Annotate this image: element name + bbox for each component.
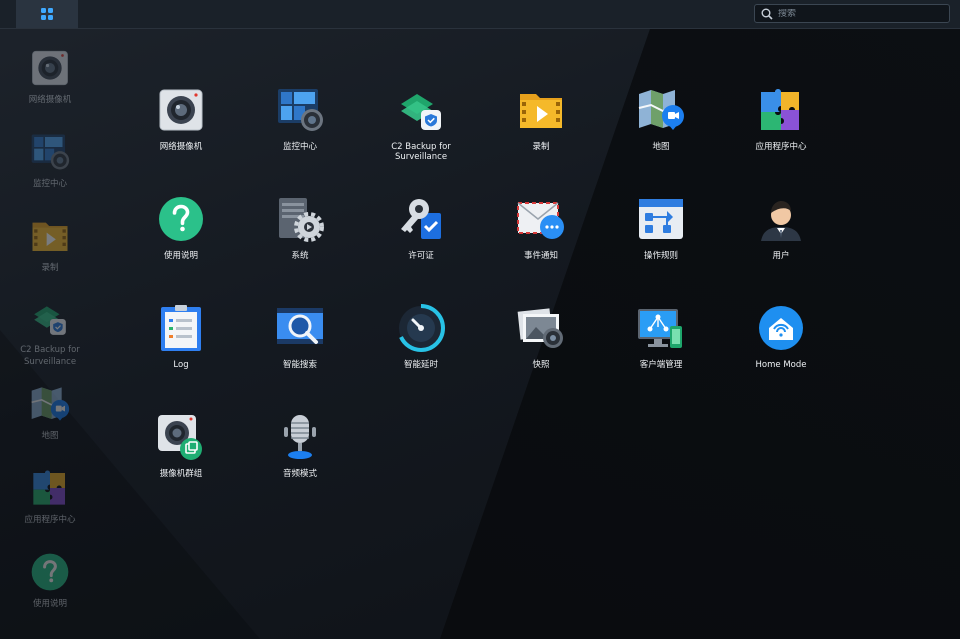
app-label: 录制 [532,142,550,152]
app-label: 智能延时 [403,360,438,370]
dock-item-label: C2 Backup for Surveillance [20,345,80,367]
c2-backup-icon [397,86,445,134]
search-box[interactable] [754,4,950,23]
microphone-icon [276,413,324,461]
app-label: 地图 [652,142,670,152]
app-license[interactable]: 许可证 [361,195,481,295]
app-label: 事件通知 [523,251,558,261]
app-audio-mode[interactable]: 音频模式 [240,413,360,513]
grid-icon [41,8,53,20]
map-icon [637,86,685,134]
app-label: 系统 [291,251,309,261]
app-label: 智能搜索 [282,360,317,370]
log-clipboard-icon [157,304,205,352]
recording-icon [30,216,70,256]
app-label: 音频模式 [282,469,317,479]
smart-timelapse-icon [397,304,445,352]
app-label: 监控中心 [282,142,317,152]
dock-item-help[interactable]: 使用说明 [0,540,100,620]
dock-item-monitor-center[interactable]: 监控中心 [0,120,100,200]
system-gear-icon [276,195,324,243]
app-home-mode[interactable]: Home Mode [721,304,841,404]
monitor-center-icon [30,132,70,172]
app-label: Home Mode [755,360,807,370]
client-management-icon [637,304,685,352]
dock-item-label: 网络摄像机 [28,95,72,105]
dock-item-recording[interactable]: 录制 [0,204,100,284]
app-label: 用户 [772,251,790,261]
app-system[interactable]: 系统 [240,195,360,295]
app-label: 使用说明 [163,251,198,261]
license-key-icon [397,195,445,243]
help-icon [157,195,205,243]
app-label: C2 Backup for Surveillance [391,142,451,162]
help-icon [30,552,70,592]
app-camera[interactable]: 网络摄像机 [121,86,241,186]
dock-item-package-center[interactable]: 应用程序中心 [0,456,100,536]
search-icon [761,8,773,20]
app-help[interactable]: 使用说明 [121,195,241,295]
app-label: 操作规则 [643,251,678,261]
dock-item-label: 监控中心 [32,179,67,189]
search-input[interactable] [774,8,942,19]
c2-backup-icon [30,300,70,338]
map-icon [30,384,70,424]
app-log[interactable]: Log [121,304,241,404]
notification-mail-icon [517,195,565,243]
puzzle-icon [30,468,70,508]
app-notification[interactable]: 事件通知 [481,195,601,295]
app-label: 应用程序中心 [755,142,807,152]
monitor-center-icon [276,86,324,134]
app-action-rules[interactable]: 操作规则 [601,195,721,295]
app-label: Log [173,360,189,370]
recording-icon [517,86,565,134]
dock-item-map[interactable]: 地图 [0,372,100,452]
app-map[interactable]: 地图 [601,86,721,186]
app-label: 快照 [532,360,550,370]
puzzle-icon [757,86,805,134]
dock-item-c2-backup[interactable]: C2 Backup for Surveillance [0,288,100,368]
top-bar [0,0,960,29]
dock-item-label: 地图 [41,431,59,441]
app-client-management[interactable]: 客户端管理 [601,304,721,404]
app-c2-backup[interactable]: C2 Backup for Surveillance [361,86,481,186]
sidebar-dock: 网络摄像机 监控中心 录制 C2 Backup for Surveillance… [0,36,100,636]
camera-icon [30,48,70,88]
app-label: 许可证 [408,251,434,261]
app-snapshot[interactable]: 快照 [481,304,601,404]
user-icon [757,195,805,243]
app-recording[interactable]: 录制 [481,86,601,186]
app-user[interactable]: 用户 [721,195,841,295]
app-package-center[interactable]: 应用程序中心 [721,86,841,186]
app-label: 网络摄像机 [159,142,203,152]
app-monitor-center[interactable]: 监控中心 [240,86,360,186]
app-label: 客户端管理 [639,360,683,370]
camera-group-icon [157,413,205,461]
app-smart-timelapse[interactable]: 智能延时 [361,304,481,404]
dock-item-label: 使用说明 [32,599,67,609]
camera-icon [157,86,205,134]
smart-search-icon [276,304,324,352]
action-rules-icon [637,195,685,243]
snapshot-icon [517,304,565,352]
main-menu-button[interactable] [16,0,78,28]
dock-item-label: 应用程序中心 [24,515,76,525]
app-label: 摄像机群组 [159,469,203,479]
dock-item-camera[interactable]: 网络摄像机 [0,36,100,116]
app-smart-search[interactable]: 智能搜索 [240,304,360,404]
dock-item-label: 录制 [41,263,59,273]
home-mode-icon [757,304,805,352]
app-camera-group[interactable]: 摄像机群组 [121,413,241,513]
